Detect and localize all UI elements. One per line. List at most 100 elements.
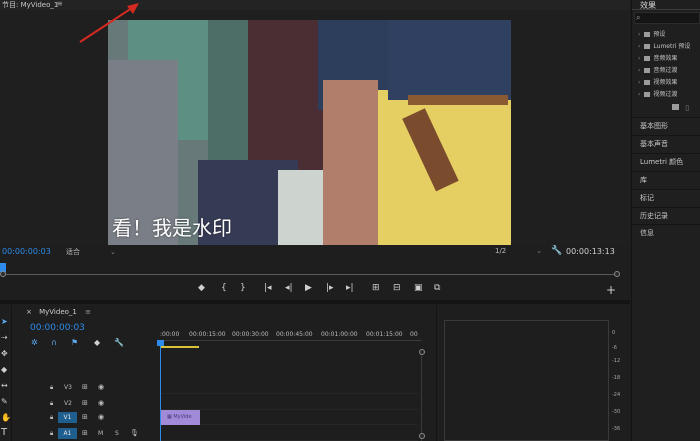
panel-history[interactable]: 历史记录 [632,207,700,224]
zoom-handle-right[interactable] [614,271,620,277]
ripple-edit-tool-icon[interactable]: ✥ [1,349,8,358]
type-tool-icon[interactable]: T [1,427,7,438]
meter-label: -18 [612,375,621,381]
effects-folder-audio-effects[interactable]: › 音频效果 [638,53,677,62]
pen-tool-icon[interactable]: ✎ [1,397,8,406]
hand-tool-icon[interactable]: ✋ [1,413,11,422]
solo-button[interactable]: S [115,430,119,437]
add-marker-icon[interactable]: ◆ [94,338,100,347]
razor-tool-icon[interactable]: ◆ [1,365,7,374]
effects-folder-video-effects[interactable]: › 视频效果 [638,77,677,86]
effects-folder-presets[interactable]: › 预设 [638,29,665,38]
current-timecode[interactable]: 00:00:00:03 [2,247,51,256]
timeline-tab[interactable]: × MyVideo_1 ≡ [26,308,91,316]
new-bin-icon[interactable] [672,104,679,110]
snap-icon[interactable]: ∩ [51,338,57,347]
scroll-handle-bottom[interactable] [419,433,425,439]
vertical-scrollbar[interactable] [421,350,422,441]
panel-libraries[interactable]: 库 [632,171,700,188]
work-area-bar[interactable] [161,346,199,348]
sync-lock-icon[interactable]: ⊞ [82,383,88,391]
timeline-settings-icon[interactable]: 🔧 [114,338,124,347]
duration-timecode: 00:00:13:13 [566,247,615,256]
effects-folder-video-transitions[interactable]: › 视频过渡 [638,89,677,98]
step-forward-icon[interactable]: |▸ [326,283,334,293]
tab-underline [632,9,700,10]
timeline-playhead[interactable] [160,340,161,441]
timeline-menu-icon[interactable]: ≡ [85,308,91,316]
scroll-handle-top[interactable] [419,349,425,355]
time-ruler[interactable] [160,340,422,341]
extract-icon[interactable]: ⊟ [393,283,401,293]
chevron-down-icon: ⌄ [110,248,116,256]
compare-icon[interactable]: ⧉ [434,283,440,293]
go-to-in-icon[interactable]: |◂ [264,283,272,293]
mark-in-button[interactable]: { [221,283,227,293]
track-lane-v3[interactable] [160,380,418,394]
track-lane-v2[interactable] [160,396,418,410]
resolution-dropdown[interactable]: 1/2 ⌄ [495,247,542,255]
play-icon[interactable]: ▶ [305,283,312,293]
lock-icon[interactable]: 🔒︎ [50,414,53,422]
timeline-playhead-handle[interactable] [157,340,164,346]
track-lane-a1[interactable] [160,427,418,441]
program-monitor-title[interactable]: 节目: MyVideo_1 [2,0,58,10]
lock-icon[interactable]: 🔒︎ [50,400,53,408]
sync-lock-icon[interactable]: ⊞ [82,399,88,407]
ruler-label: :00:00 [160,331,180,338]
marker-icon[interactable]: ◆ [198,283,205,293]
mute-button[interactable]: M [98,430,103,437]
camera-icon[interactable]: ▣ [414,283,423,293]
sync-lock-icon[interactable]: ⊞ [82,413,88,421]
ruler-label: 00:01:00:00 [321,331,358,338]
eye-icon[interactable]: ◉ [98,399,104,407]
panel-essential-graphics[interactable]: 基本图形 [632,117,700,134]
wrench-icon[interactable]: 🔧 [551,246,562,256]
video-clip[interactable]: ▦ MyVide [160,410,200,425]
fit-dropdown[interactable]: 适合 ⌄ [66,247,116,257]
close-icon[interactable]: × [26,308,32,316]
ruler-label: 00:00:45:00 [276,331,313,338]
panel-info[interactable]: 信息 [632,224,700,241]
panel-markers[interactable]: 标记 [632,189,700,206]
add-button[interactable]: + [606,283,616,297]
microphone-icon[interactable]: 🎙︎ [130,429,139,437]
lock-icon[interactable]: 🔒︎ [50,430,53,438]
track-select-tool-icon[interactable]: ⇢ [1,333,8,342]
eye-icon[interactable]: ◉ [98,413,104,421]
selection-tool-icon[interactable]: ➤ [1,317,8,326]
panel-menu-icon[interactable]: ≡ [56,0,63,8]
fx-badge-icon: ▦ [167,414,172,420]
step-back-icon[interactable]: ◂| [285,283,293,293]
folder-icon [644,44,651,49]
fit-dropdown-value: 适合 [66,248,80,256]
lift-icon[interactable]: ⊞ [372,283,380,293]
lock-icon[interactable]: 🔒︎ [50,384,53,392]
mark-out-button[interactable]: } [240,283,246,293]
effects-folder-audio-transitions[interactable]: › 音频过渡 [638,65,677,74]
chevron-right-icon: › [638,31,641,38]
zoom-handle-left[interactable] [0,271,6,277]
nest-icon[interactable]: ✲ [31,338,38,347]
track-target-v1[interactable]: V1 [58,412,77,423]
slip-tool-icon[interactable]: ↔ [1,381,8,390]
panel-lumetri-color[interactable]: Lumetri 颜色 [632,153,700,170]
timeline-timecode[interactable]: 00:00:00:03 [30,323,85,333]
track-target-a1[interactable]: A1 [58,428,77,439]
meter-label: -36 [612,426,621,432]
sync-lock-icon[interactable]: ⊞ [82,429,88,437]
effects-folder-label: Lumetri 预设 [653,43,691,50]
go-to-out-icon[interactable]: ▸| [346,283,354,293]
effects-search-input[interactable] [634,12,700,24]
trash-icon[interactable]: ▯ [685,104,689,112]
eye-icon[interactable]: ◉ [98,383,104,391]
timeline-tab-title: MyVideo_1 [39,308,77,316]
clip-label: MyVide [173,414,192,420]
ruler-label: 00:00:15:00 [189,331,226,338]
chevron-right-icon: › [638,67,641,74]
effects-folder-lumetri-presets[interactable]: › Lumetri 预设 [638,41,690,50]
scrub-bar[interactable] [2,274,619,275]
panel-divider[interactable] [0,300,630,304]
linked-selection-icon[interactable]: ⚑ [71,338,78,347]
panel-essential-sound[interactable]: 基本声音 [632,135,700,152]
